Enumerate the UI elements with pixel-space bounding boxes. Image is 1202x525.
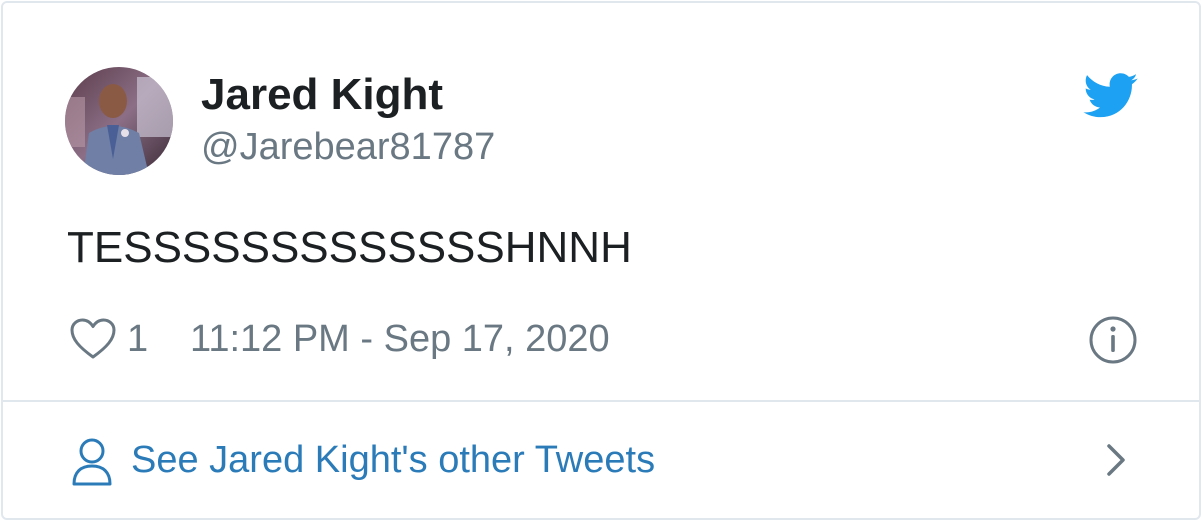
tweet-card: Jared Kight @Jarebear81787 TESSSSSSSSSSS… [1,1,1201,520]
heart-icon[interactable] [69,317,117,361]
display-name[interactable]: Jared Kight [201,69,443,121]
other-tweets-link[interactable]: See Jared Kight's other Tweets [3,402,1199,518]
avatar[interactable] [65,67,173,175]
chevron-right-icon [1101,440,1131,480]
tweet-text: TESSSSSSSSSSSSSHNNH [67,223,632,272]
user-handle[interactable]: @Jarebear81787 [201,124,495,170]
other-tweets-label: See Jared Kight's other Tweets [131,439,656,481]
user-icon [69,436,115,488]
twitter-bird-icon[interactable] [1083,73,1139,119]
like-count: 1 [127,318,149,360]
tweet-timestamp[interactable]: 11:12 PM - Sep 17, 2020 [190,317,610,361]
info-icon[interactable] [1088,315,1138,365]
